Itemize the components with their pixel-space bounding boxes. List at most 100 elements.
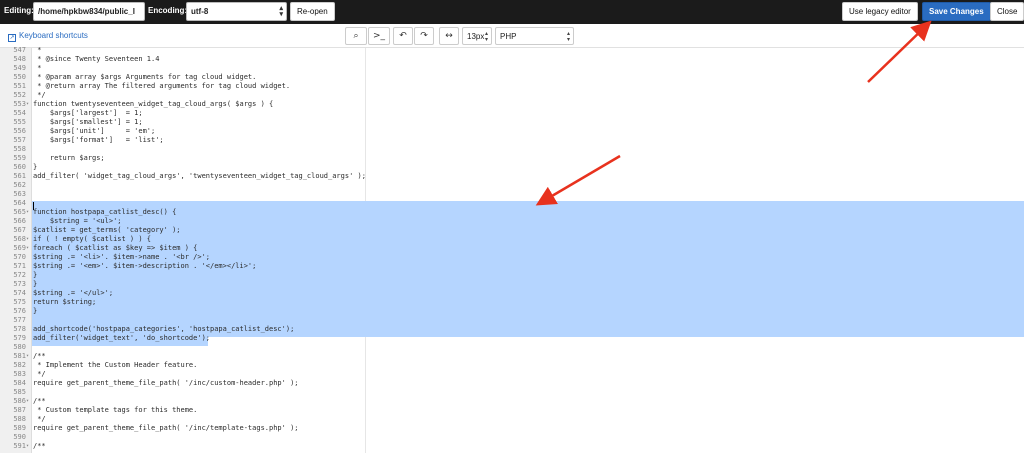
line-number: 558	[13, 145, 26, 153]
code-line[interactable]: 553 ▾ function twentyseventeen_widget_tag_…	[0, 100, 1024, 109]
fold-arrow-icon[interactable]: ▾	[26, 397, 32, 406]
code-line[interactable]: 589 require get_parent_theme_file_path( '…	[0, 424, 1024, 433]
code-line[interactable]: 587 * Custom template tags for this them…	[0, 406, 1024, 415]
code-text: */	[33, 415, 46, 423]
fold-arrow-icon[interactable]: ▾	[26, 442, 32, 451]
search-button[interactable]: ⌕	[345, 27, 367, 45]
code-line[interactable]: 563	[0, 190, 1024, 199]
keyboard-shortcuts-label: Keyboard shortcuts	[19, 31, 88, 40]
line-number: 573	[13, 280, 26, 288]
code-line[interactable]: 581 ▾/**	[0, 352, 1024, 361]
fold-arrow-icon[interactable]: ▾	[26, 208, 32, 217]
undo-button[interactable]: ↶	[393, 27, 413, 45]
line-number: 579	[13, 334, 26, 342]
code-text: /**	[33, 442, 46, 450]
code-text: require get_parent_theme_file_path( '/in…	[33, 379, 299, 387]
fold-arrow-icon[interactable]: ▾	[26, 235, 32, 244]
code-line[interactable]: 570 $string .= '<li>'. $item->name . '<br…	[0, 253, 1024, 262]
code-line[interactable]: 590	[0, 433, 1024, 442]
line-number: 584	[13, 379, 26, 387]
code-line[interactable]: 556 $args['unit'] = 'em';	[0, 127, 1024, 136]
encoding-label: Encoding:	[148, 6, 188, 15]
code-line[interactable]: 559 return $args;	[0, 154, 1024, 163]
line-number: 563	[13, 190, 26, 198]
code-line[interactable]: 564	[0, 199, 1024, 208]
code-line[interactable]: 585	[0, 388, 1024, 397]
code-text: add_shortcode('hostpapa_categories', 'ho…	[33, 325, 295, 333]
fold-arrow-icon[interactable]: ▾	[26, 244, 32, 253]
code-text: $string .= '<em>'. $item->description . …	[33, 262, 257, 270]
code-lines[interactable]: 547 * 548 * @since Twenty Seventeen 1.4 54…	[0, 46, 1024, 451]
wrap-toggle-button[interactable]: ↔	[439, 27, 459, 45]
fold-arrow-icon[interactable]: ▾	[26, 100, 32, 109]
line-number: 565	[13, 208, 26, 216]
code-line[interactable]: 562	[0, 181, 1024, 190]
code-line[interactable]: 554 $args['largest'] = 1;	[0, 109, 1024, 118]
code-line[interactable]: 551 * @return array The filtered argumen…	[0, 82, 1024, 91]
code-line[interactable]: 552 */	[0, 91, 1024, 100]
code-line[interactable]: 565 ▾ function hostpapa_catlist_desc() {	[0, 208, 1024, 217]
line-number: 569	[13, 244, 26, 252]
code-line[interactable]: 567 $catlist = get_terms( 'category' );	[0, 226, 1024, 235]
file-path-input[interactable]: /home/hpkbw834/public_l	[33, 2, 145, 21]
language-mode-select[interactable]: PHP ▴ ▾	[495, 27, 574, 45]
reopen-button[interactable]: Re-open	[290, 2, 335, 21]
code-line[interactable]: 560}	[0, 163, 1024, 172]
code-line[interactable]: 566 $string = '<ul>';	[0, 217, 1024, 226]
code-line[interactable]: 548 * @since Twenty Seventeen 1.4	[0, 55, 1024, 64]
code-line[interactable]: 579 add_filter('widget_text', 'do_shortco…	[0, 334, 1024, 343]
code-text: }	[33, 271, 38, 279]
code-line[interactable]: 555 $args['smallest'] = 1;	[0, 118, 1024, 127]
code-line[interactable]: 557 $args['format'] = 'list';	[0, 136, 1024, 145]
code-line[interactable]: 588 */	[0, 415, 1024, 424]
terminal-button[interactable]: >_	[368, 27, 390, 45]
code-line[interactable]: 571 $string .= '<em>'. $item->description…	[0, 262, 1024, 271]
fold-arrow-icon[interactable]: ▾	[26, 352, 32, 361]
encoding-select[interactable]: utf-8 ▴ ▾	[186, 2, 287, 21]
redo-button[interactable]: ↷	[414, 27, 434, 45]
code-text: * @return array The filtered arguments f…	[33, 82, 291, 90]
code-text: require get_parent_theme_file_path( '/in…	[33, 424, 299, 432]
terminal-icon: >_	[372, 31, 386, 41]
code-line[interactable]: 584 require get_parent_theme_file_path( '…	[0, 379, 1024, 388]
code-line[interactable]: 573}	[0, 280, 1024, 289]
keyboard-shortcuts-link[interactable]: ↗ Keyboard shortcuts	[8, 31, 88, 42]
code-line[interactable]: 582 * Implement the Custom Header featur…	[0, 361, 1024, 370]
code-text: */	[33, 91, 46, 99]
code-line[interactable]: 578 add_shortcode('hostpapa_categories', …	[0, 325, 1024, 334]
code-line[interactable]: 558	[0, 145, 1024, 154]
line-number: 581	[13, 352, 26, 360]
code-line[interactable]: 568 ▾ if ( ! empty( $catlist ) ) {	[0, 235, 1024, 244]
code-line[interactable]: 583 */	[0, 370, 1024, 379]
code-line[interactable]: 569 ▾ foreach ( $catlist as $key => $item …	[0, 244, 1024, 253]
code-line[interactable]: 575 return $string;	[0, 298, 1024, 307]
code-line[interactable]: 572}	[0, 271, 1024, 280]
code-line[interactable]: 580	[0, 343, 1024, 352]
line-number: 590	[13, 433, 26, 441]
code-line[interactable]: 586 ▾/**	[0, 397, 1024, 406]
code-line[interactable]: 561 add_filter( 'widget_tag_cloud_args', …	[0, 172, 1024, 181]
code-text: if ( ! empty( $catlist ) ) {	[33, 235, 152, 243]
code-line[interactable]: 549 *	[0, 64, 1024, 73]
line-number: 570	[13, 253, 26, 261]
code-line[interactable]: 576}	[0, 307, 1024, 316]
code-text: /**	[33, 352, 46, 360]
code-text: function hostpapa_catlist_desc() {	[33, 208, 177, 216]
close-button[interactable]: Close	[990, 2, 1024, 21]
code-text: /**	[33, 397, 46, 405]
code-line[interactable]: 550 * @param array $args Arguments for t…	[0, 73, 1024, 82]
code-text: *	[33, 46, 42, 54]
code-line[interactable]: 577	[0, 316, 1024, 325]
code-line[interactable]: 547 *	[0, 46, 1024, 55]
line-number: 562	[13, 181, 26, 189]
code-line[interactable]: 591 ▾/**	[0, 442, 1024, 451]
line-number: 576	[13, 307, 26, 315]
save-changes-button[interactable]: Save Changes	[922, 2, 991, 21]
code-line[interactable]: 574 $string .= '</ul>';	[0, 289, 1024, 298]
line-number: 557	[13, 136, 26, 144]
code-text: }	[33, 280, 38, 288]
code-editor[interactable]: 547 * 548 * @since Twenty Seventeen 1.4 54…	[0, 46, 1024, 453]
legacy-editor-button[interactable]: Use legacy editor	[842, 2, 918, 21]
line-number: 578	[13, 325, 26, 333]
font-size-select[interactable]: 13px ▴ ▾	[462, 27, 492, 45]
